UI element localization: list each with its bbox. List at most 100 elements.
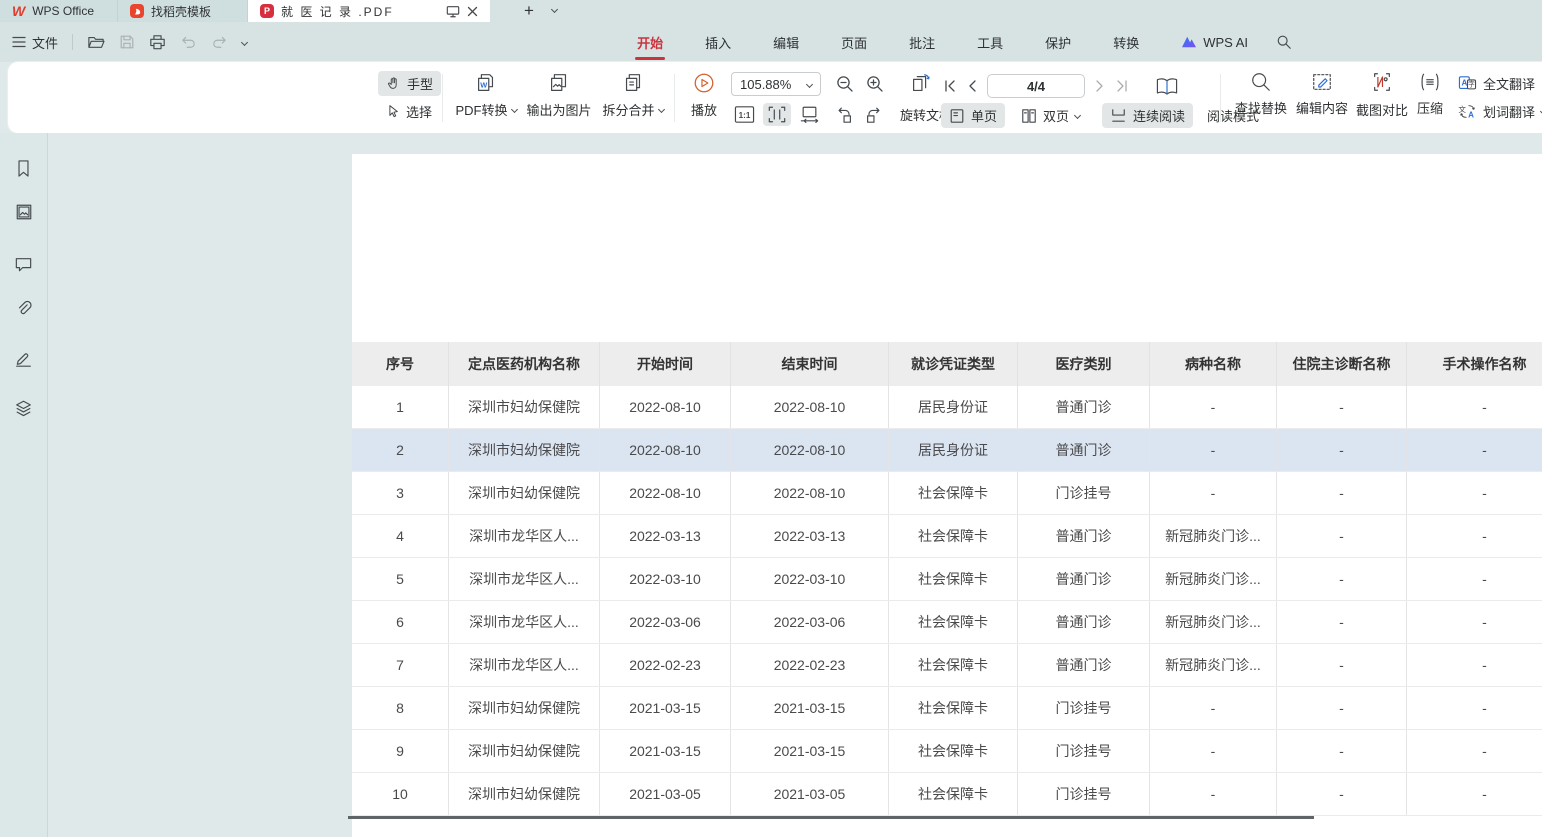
play-icon bbox=[692, 71, 716, 95]
undo-icon[interactable] bbox=[180, 35, 197, 49]
menu-tab-insert[interactable]: 插入 bbox=[703, 27, 733, 58]
edit-content-button[interactable]: 编辑内容 bbox=[1291, 71, 1353, 117]
tab-overflow-chevron-icon[interactable] bbox=[551, 6, 558, 13]
menu-tab-home[interactable]: 开始 bbox=[635, 27, 665, 58]
table-cell: 2021-03-15 bbox=[600, 730, 731, 772]
menu-tab-tools[interactable]: 工具 bbox=[975, 27, 1005, 58]
next-page-icon[interactable] bbox=[1095, 79, 1105, 93]
double-page-button[interactable]: 双页 bbox=[1013, 103, 1088, 128]
table-cell: 2 bbox=[352, 429, 449, 471]
new-tab-icon[interactable]: + bbox=[516, 1, 542, 21]
chevron-down-icon bbox=[806, 80, 813, 87]
fit-width-button[interactable] bbox=[763, 103, 791, 126]
table-cell: - bbox=[1277, 773, 1407, 815]
first-page-icon[interactable] bbox=[943, 79, 957, 93]
prev-page-icon[interactable] bbox=[967, 79, 977, 93]
save-icon[interactable] bbox=[119, 34, 135, 50]
compress-button[interactable]: 压缩 bbox=[1410, 71, 1450, 117]
word-translate-icon: 文 A bbox=[1458, 103, 1477, 120]
page-indicator-input[interactable]: 4/4 bbox=[987, 74, 1085, 98]
menu-tab-protect[interactable]: 保护 bbox=[1043, 27, 1073, 58]
single-page-button[interactable]: 单页 bbox=[941, 103, 1005, 128]
wps-logo-icon: W bbox=[12, 4, 25, 18]
table-cell: - bbox=[1277, 472, 1407, 514]
table-cell: 普通门诊 bbox=[1018, 601, 1150, 643]
tab-label: WPS Office bbox=[32, 4, 94, 18]
export-image-button[interactable]: 输出为图片 bbox=[523, 71, 595, 119]
table-row: 9深圳市妇幼保健院2021-03-152021-03-15社会保障卡门诊挂号--… bbox=[352, 730, 1542, 773]
zoom-in-icon[interactable] bbox=[865, 74, 885, 94]
select-tool-button[interactable]: 选择 bbox=[378, 99, 441, 124]
close-tab-icon[interactable] bbox=[467, 6, 478, 17]
table-cell: - bbox=[1150, 472, 1277, 514]
file-menu-button[interactable]: 文件 bbox=[12, 33, 58, 52]
edit-content-icon bbox=[1311, 71, 1333, 93]
screenshot-compare-button[interactable]: 截图对比 bbox=[1351, 71, 1413, 119]
bookmark-icon[interactable] bbox=[13, 157, 35, 179]
rotate-right-icon[interactable] bbox=[863, 105, 884, 124]
attachment-icon[interactable] bbox=[13, 297, 35, 319]
document-viewport: 序号定点医药机构名称开始时间结束时间就诊凭证类型医疗类别病种名称住院主诊断名称手… bbox=[0, 133, 1542, 837]
wps-ai-button[interactable]: WPS AI bbox=[1181, 35, 1248, 50]
zoom-out-icon[interactable] bbox=[835, 74, 855, 94]
table-cell: 2022-08-10 bbox=[731, 386, 889, 428]
menu-tab-convert[interactable]: 转换 bbox=[1111, 27, 1141, 58]
menu-tab-edit[interactable]: 编辑 bbox=[771, 27, 801, 58]
actual-size-button[interactable]: 1:1 bbox=[734, 105, 755, 124]
svg-text:1:1: 1:1 bbox=[739, 111, 751, 120]
table-cell: 2022-08-10 bbox=[731, 429, 889, 471]
table-cell: 门诊挂号 bbox=[1018, 773, 1150, 815]
hand-tool-button[interactable]: 手型 bbox=[378, 71, 441, 96]
zoom-level-value: 105.88% bbox=[740, 77, 791, 92]
table-cell: 社会保障卡 bbox=[889, 773, 1018, 815]
fit-page-button[interactable] bbox=[799, 105, 820, 124]
redo-icon[interactable] bbox=[211, 35, 228, 49]
table-cell: 社会保障卡 bbox=[889, 730, 1018, 772]
tab-wps-office[interactable]: W WPS Office bbox=[0, 0, 118, 22]
screen-share-icon[interactable] bbox=[446, 5, 460, 18]
rotate-left-icon[interactable] bbox=[834, 105, 855, 124]
find-replace-button[interactable]: 查找替换 bbox=[1230, 71, 1292, 117]
search-icon[interactable] bbox=[1276, 34, 1292, 50]
table-cell: 深圳市龙华区人... bbox=[449, 558, 600, 600]
word-translate-button[interactable]: 文 A 划词翻译 bbox=[1458, 100, 1542, 123]
print-icon[interactable] bbox=[149, 34, 166, 50]
last-page-icon[interactable] bbox=[1115, 79, 1129, 93]
thumbnail-icon[interactable] bbox=[13, 201, 35, 223]
quickbar-more-chevron-icon[interactable] bbox=[241, 38, 248, 45]
table-cell: - bbox=[1407, 644, 1542, 686]
full-translate-button[interactable]: A 字 全文翻译 bbox=[1458, 72, 1542, 95]
table-cell: 2022-03-13 bbox=[731, 515, 889, 557]
table-bottom-scrollbar[interactable] bbox=[348, 816, 1314, 819]
zoom-level-select[interactable]: 105.88% bbox=[731, 72, 821, 96]
table-header-row: 序号定点医药机构名称开始时间结束时间就诊凭证类型医疗类别病种名称住院主诊断名称手… bbox=[352, 342, 1542, 386]
menu-tab-comment[interactable]: 批注 bbox=[907, 27, 937, 58]
comment-icon[interactable] bbox=[13, 253, 35, 275]
table-cell: 社会保障卡 bbox=[889, 515, 1018, 557]
chevron-down-icon bbox=[657, 106, 664, 113]
rotate-pages-icon[interactable] bbox=[909, 72, 933, 96]
table-cell: 深圳市龙华区人... bbox=[449, 644, 600, 686]
tab-pdf-document[interactable]: P 就 医 记 录 .PDF bbox=[248, 0, 490, 22]
table-cell: - bbox=[1277, 429, 1407, 471]
play-button[interactable]: 播放 bbox=[684, 71, 724, 119]
pdf-convert-icon: W bbox=[474, 71, 498, 95]
table-cell: 2021-03-15 bbox=[731, 730, 889, 772]
table-cell: 3 bbox=[352, 472, 449, 514]
table-cell: 2022-03-10 bbox=[600, 558, 731, 600]
layers-icon[interactable] bbox=[13, 397, 35, 419]
menu-tab-page[interactable]: 页面 bbox=[839, 27, 869, 58]
pdf-convert-button[interactable]: W PDF转换 bbox=[451, 71, 521, 119]
read-mode-icon[interactable] bbox=[1155, 76, 1179, 97]
table-cell: - bbox=[1407, 472, 1542, 514]
table-cell: - bbox=[1277, 558, 1407, 600]
signature-icon[interactable] bbox=[13, 347, 35, 369]
table-row: 1深圳市妇幼保健院2022-08-102022-08-10居民身份证普通门诊--… bbox=[352, 386, 1542, 429]
split-merge-button[interactable]: 拆分合并 bbox=[598, 71, 668, 119]
divider bbox=[1220, 74, 1221, 122]
open-folder-icon[interactable] bbox=[87, 34, 105, 50]
tab-docer[interactable]: 找稻壳模板 bbox=[118, 0, 248, 22]
table-cell: 普通门诊 bbox=[1018, 515, 1150, 557]
docer-icon bbox=[130, 4, 144, 18]
continuous-read-button[interactable]: 连续阅读 bbox=[1102, 103, 1193, 128]
